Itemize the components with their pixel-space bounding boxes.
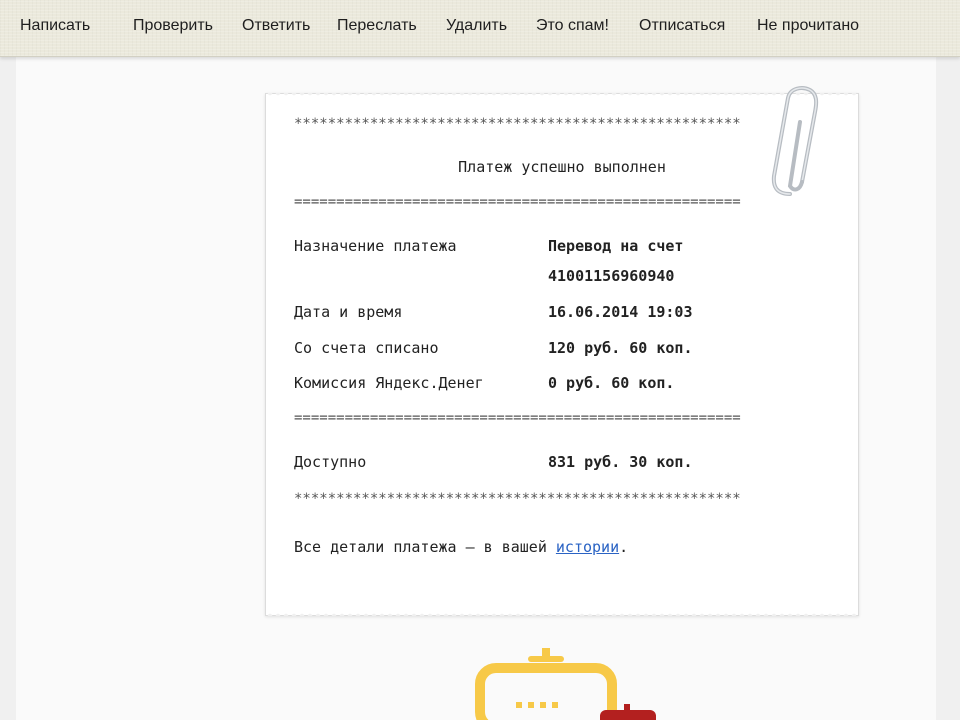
unsubscribe-button[interactable]: Отписаться [639,17,725,35]
paperclip-icon [771,86,819,196]
spam-button[interactable]: Это спам! [536,17,609,35]
debited-label: Со счета списано [294,339,439,357]
purpose-value-line1: Перевод на счет [548,237,684,255]
purpose-value-account: 41001156960940 [548,267,675,285]
reply-button[interactable]: Ответить [242,17,310,35]
purpose-label: Назначение платежа [294,237,457,255]
commission-value: 0 руб. 60 коп. [548,374,675,392]
available-label: Доступно [294,453,367,471]
datetime-label: Дата и время [294,303,403,321]
cash-register-illustration-icon [475,648,656,720]
check-mail-button[interactable]: Проверить [133,17,213,35]
mail-toolbar: Написать Проверить Ответить Переслать Уд… [0,0,960,57]
delete-button[interactable]: Удалить [446,17,507,35]
datetime-value: 16.06.2014 19:03 [548,303,693,321]
receipt-footer: Все детали платежа — в вашей истории. [294,538,628,556]
debited-value: 120 руб. 60 коп. [548,339,693,357]
history-link[interactable]: истории [556,538,619,556]
footer-period: . [619,538,629,556]
commission-label: Комиссия Яндекс.Денег [294,374,484,392]
footer-text: Все детали платежа — в вашей [294,538,556,556]
mark-unread-button[interactable]: Не прочитано [757,17,859,35]
forward-button[interactable]: Переслать [337,17,417,35]
compose-button[interactable]: Написать [20,17,90,35]
available-value: 831 руб. 30 коп. [548,453,693,471]
receipt-stars-top: ****************************************… [294,116,741,132]
receipt-separator-2: ========================================… [294,410,741,426]
receipt-stars-bottom: ****************************************… [294,491,741,507]
receipt-separator-1: ========================================… [294,194,741,210]
